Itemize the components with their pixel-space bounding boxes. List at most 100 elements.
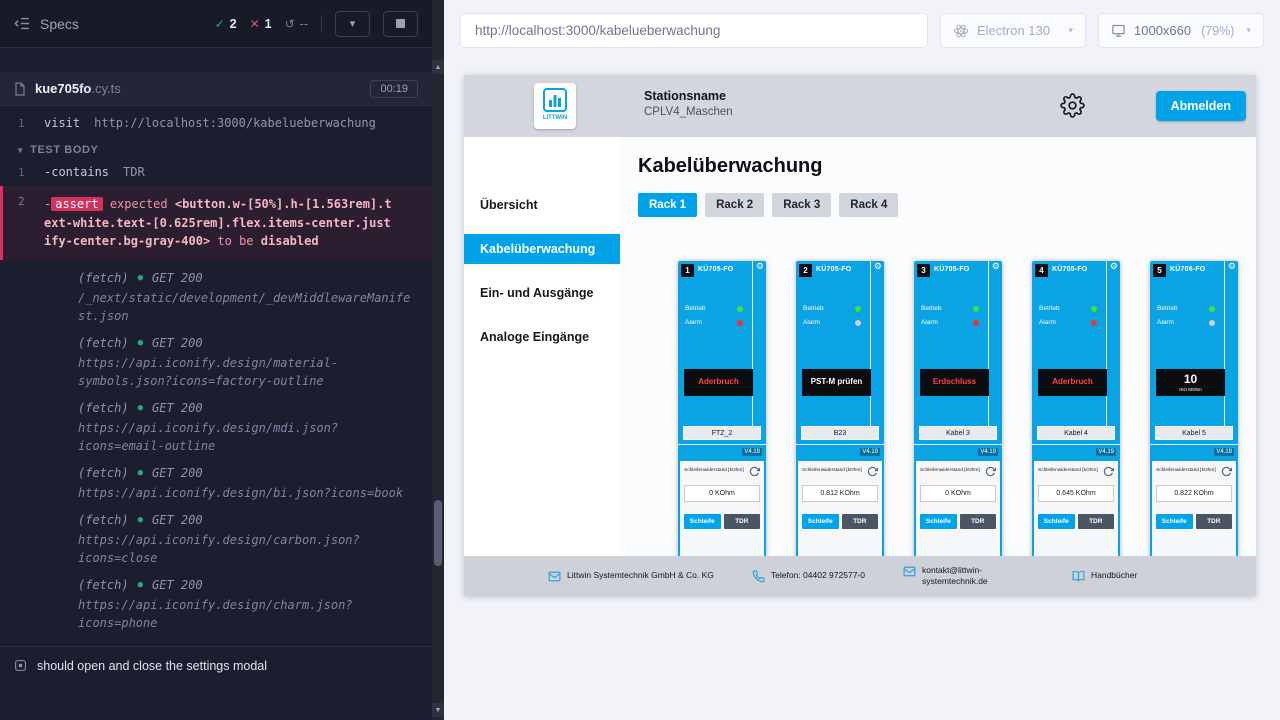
specs-list-icon[interactable] (14, 15, 31, 32)
run-stats: ✓2 ✕1 ↺-- ▾ (215, 11, 418, 37)
card-settings-icon[interactable]: ⚙ (992, 262, 1000, 271)
visit-command[interactable]: 1 visit http://localhost:3000/kabelueber… (0, 112, 432, 134)
resistance-value: 0.645 KOhm (1038, 485, 1114, 502)
card-settings-icon[interactable]: ⚙ (1228, 262, 1236, 271)
success-dot-icon: ● (138, 468, 143, 478)
specs-label[interactable]: Specs (40, 16, 79, 32)
resistance-value: 0.812 KOhm (802, 485, 878, 502)
tdr-button[interactable]: TDR (724, 514, 761, 529)
contains-command[interactable]: 1 -contains TDR (0, 161, 432, 183)
success-dot-icon: ● (138, 403, 143, 413)
betrieb-indicator: Betrieb (1157, 305, 1215, 312)
spec-timer: 00:19 (370, 80, 418, 98)
refresh-icon[interactable] (749, 466, 760, 477)
next-test-row[interactable]: should open and close the settings modal (0, 646, 432, 720)
logout-button[interactable]: Abmelden (1156, 91, 1246, 121)
alarm-led (1209, 320, 1215, 326)
betrieb-led (1209, 306, 1215, 312)
refresh-icon[interactable] (1221, 466, 1232, 477)
stop-run-button[interactable] (383, 11, 418, 37)
tdr-button[interactable]: TDR (842, 514, 879, 529)
schleife-button[interactable]: Schleife (802, 514, 839, 529)
refresh-icon[interactable] (985, 466, 996, 477)
card-separator (914, 444, 1002, 445)
settings-gear-icon[interactable] (1060, 93, 1085, 118)
reporter-header: Specs ✓2 ✕1 ↺-- ▾ (0, 0, 432, 48)
tdr-button[interactable]: TDR (1196, 514, 1233, 529)
alarm-indicator: Alarm (685, 319, 743, 326)
station-info: Stationsname CPLV4_Maschen (644, 89, 733, 118)
phone-icon (752, 570, 765, 583)
rack-tab-4[interactable]: Rack 4 (839, 193, 898, 217)
fetch-log-entry[interactable]: (fetch)●GET 200 https://api.iconify.desi… (0, 578, 432, 632)
scrollbar-thumb[interactable] (434, 500, 442, 566)
schleife-button[interactable]: Schleife (1038, 514, 1075, 529)
scroll-up-arrow[interactable]: ▲ (432, 60, 444, 74)
app-sidebar: Übersicht Kabelüberwachung Ein- und Ausg… (464, 137, 620, 596)
betrieb-indicator: Betrieb (685, 305, 743, 312)
device-card-1: ⚙ 1 KÜ705-FO Betrieb Alarm Aderbruch FTZ… (678, 261, 766, 561)
schleife-button[interactable]: Schleife (920, 514, 957, 529)
tdr-button[interactable]: TDR (960, 514, 997, 529)
status-display: Aderbruch (684, 369, 753, 396)
card-divider (988, 261, 989, 426)
chevron-down-icon: ▾ (1068, 25, 1073, 36)
fetch-log-entry[interactable]: (fetch)●GET 200 /_next/static/developmen… (0, 271, 432, 325)
status-display: 10 ISO MOhm (1156, 369, 1225, 396)
footer-manuals-link[interactable]: Handbücher (1072, 570, 1137, 583)
spec-header[interactable]: kue705fo.cy.ts 00:19 (0, 72, 432, 106)
sidebar-item-analoge-eingaenge[interactable]: Analoge Eingänge (464, 315, 620, 359)
resistance-panel: Schleifenwiderstand [kOhm] 0 KOhm Schlei… (916, 461, 1000, 561)
resistance-panel: Schleifenwiderstand [kOhm] 0.645 KOhm Sc… (1034, 461, 1118, 561)
tdr-button[interactable]: TDR (1078, 514, 1115, 529)
alarm-led (855, 320, 861, 326)
url-input[interactable]: http://localhost:3000/kabelueberwachung (460, 13, 928, 48)
betrieb-led (973, 306, 979, 312)
refresh-icon[interactable] (1103, 466, 1114, 477)
station-label: Stationsname (644, 89, 733, 103)
collapse-all-button[interactable]: ▾ (335, 11, 370, 37)
restart-icon: ↺ (285, 17, 295, 31)
refresh-icon[interactable] (867, 466, 878, 477)
firmware-version: V4.19 (978, 448, 998, 456)
failed-count: ✕1 (250, 17, 272, 31)
rack-tab-3[interactable]: Rack 3 (772, 193, 831, 217)
footer-email[interactable]: kontakt@littwin-systemtechnik.de (903, 565, 1034, 588)
card-title: KÜ705-FO (816, 266, 851, 273)
littwin-logo: LITTWIN (534, 83, 576, 129)
card-number: 1 (681, 264, 694, 277)
rack-tab-2[interactable]: Rack 2 (705, 193, 764, 217)
chevron-down-icon: ▾ (1246, 25, 1251, 36)
sidebar-item-kabelueberwachung[interactable]: Kabelüberwachung (464, 234, 620, 264)
betrieb-indicator: Betrieb (921, 305, 979, 312)
card-settings-icon[interactable]: ⚙ (756, 262, 764, 271)
viewport-select[interactable]: 1000x660 (79%) ▾ (1098, 13, 1264, 48)
betrieb-indicator: Betrieb (803, 305, 861, 312)
viewport-icon (1111, 23, 1126, 38)
failed-assert-command[interactable]: 2 -assert expected <button.w-[50%].h-[1.… (0, 186, 432, 260)
fetch-log-entry[interactable]: (fetch)●GET 200 https://api.iconify.desi… (0, 336, 432, 390)
email-icon (548, 570, 561, 583)
alarm-indicator: Alarm (1039, 319, 1097, 326)
card-settings-icon[interactable]: ⚙ (1110, 262, 1118, 271)
alarm-indicator: Alarm (921, 319, 979, 326)
browser-select[interactable]: Electron 130 ▾ (940, 13, 1086, 48)
card-divider (752, 261, 753, 426)
sidebar-item-uebersicht[interactable]: Übersicht (464, 183, 620, 227)
cable-name: FTZ_2 (683, 426, 761, 440)
rack-tab-1[interactable]: Rack 1 (638, 193, 697, 217)
footer-phone[interactable]: Telefon: 04402 972577-0 (752, 570, 865, 583)
scroll-down-arrow[interactable]: ▼ (432, 703, 444, 717)
test-body-toggle[interactable]: ▾ TEST BODY (0, 134, 432, 161)
fetch-log-entry[interactable]: (fetch)●GET 200 https://api.iconify.desi… (0, 401, 432, 455)
sidebar-item-ein-und-ausgaenge[interactable]: Ein- und Ausgänge (464, 271, 620, 315)
fetch-log-entry[interactable]: (fetch)●GET 200 https://api.iconify.desi… (0, 513, 432, 567)
status-unit: ISO MOhm (1179, 387, 1202, 392)
card-settings-icon[interactable]: ⚙ (874, 262, 882, 271)
schleife-button[interactable]: Schleife (1156, 514, 1193, 529)
fetch-log-entry[interactable]: (fetch)●GET 200 https://api.iconify.desi… (0, 466, 432, 502)
status-display: Aderbruch (1038, 369, 1107, 396)
schleife-button[interactable]: Schleife (684, 514, 721, 529)
device-cards: ⚙ 1 KÜ705-FO Betrieb Alarm Aderbruch FTZ… (678, 261, 1256, 561)
cable-name: B23 (801, 426, 879, 440)
